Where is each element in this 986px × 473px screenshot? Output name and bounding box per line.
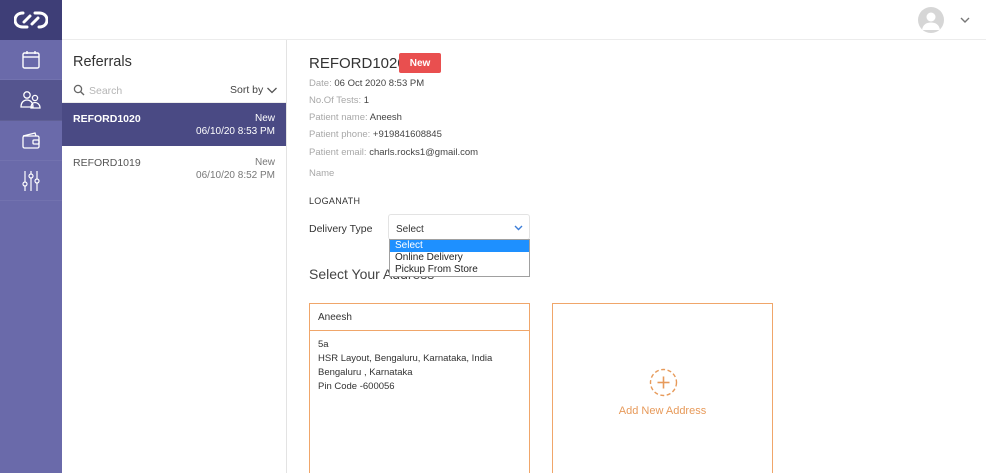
search-input[interactable]	[89, 83, 209, 99]
referral-detail: REFORD1020 New Date: 06 Oct 2020 8:53 PM…	[287, 40, 986, 473]
date-row: Date: 06 Oct 2020 8:53 PM	[309, 78, 424, 89]
patient-email-label: Patient email:	[309, 147, 367, 158]
address-card[interactable]: Aneesh 5a HSR Layout, Bengaluru, Karnata…	[309, 303, 530, 473]
settings-sliders-icon	[22, 170, 40, 191]
date-value: 06 Oct 2020 8:53 PM	[334, 78, 425, 89]
sort-chevron-down-icon[interactable]	[266, 84, 278, 96]
chevron-down-icon[interactable]	[958, 13, 972, 27]
nav-settings[interactable]	[0, 161, 62, 201]
referral-date: 06/10/20 8:53 PM	[196, 126, 275, 137]
page-title: REFORD1020	[309, 55, 406, 72]
referral-status: New	[254, 113, 275, 124]
referral-id: REFORD1019	[73, 157, 141, 169]
left-rail	[0, 0, 62, 473]
address-pin-code: Pin Code -600056	[318, 381, 395, 392]
search-icon	[73, 84, 85, 96]
status-badge: New	[399, 53, 441, 73]
referral-status: New	[254, 157, 275, 168]
add-new-address-label: Add New Address	[618, 405, 707, 417]
delivery-type-select[interactable]: Select	[388, 214, 530, 240]
tests-value: 1	[363, 95, 370, 106]
patient-phone-row: Patient phone: +919841608845	[309, 129, 442, 140]
app-logo-icon	[14, 11, 48, 29]
dropdown-option-select[interactable]: Select	[390, 240, 529, 252]
tests-label: No.Of Tests:	[309, 95, 362, 106]
address-line: 5a	[318, 339, 329, 350]
dropdown-option-online-delivery[interactable]: Online Delivery	[390, 252, 529, 264]
add-new-address-card[interactable]: Add New Address	[552, 303, 773, 473]
delivery-type-selected: Select	[396, 224, 424, 235]
patient-name-value: Aneesh	[369, 112, 402, 123]
doctor-referral-icon	[20, 91, 41, 109]
plus-circle-icon	[649, 368, 678, 397]
delivery-type-dropdown: Select Online Delivery Pickup From Store	[389, 239, 530, 277]
nav-calendar[interactable]	[0, 40, 62, 80]
name-value: LOGANATH	[309, 196, 361, 206]
patient-name-row: Patient name: Aneesh	[309, 112, 402, 123]
divider	[310, 330, 529, 331]
app-logo[interactable]	[0, 0, 62, 40]
date-label: Date:	[309, 78, 332, 89]
wallet-icon	[22, 131, 40, 149]
calendar-icon	[22, 50, 40, 69]
nav-wallet[interactable]	[0, 121, 62, 161]
sort-by-button[interactable]: Sort by	[230, 84, 263, 96]
user-icon	[922, 12, 940, 30]
referral-id: REFORD1020	[73, 113, 141, 125]
list-item[interactable]: REFORD1019 New 06/10/20 8:52 PM	[62, 147, 286, 190]
delivery-type-label: Delivery Type	[309, 223, 373, 235]
address-line: Bengaluru , Karnataka	[318, 367, 413, 378]
top-bar	[62, 0, 986, 40]
referrals-heading: Referrals	[73, 54, 132, 70]
name-label: Name	[309, 168, 335, 179]
patient-phone-label: Patient phone:	[309, 129, 371, 140]
user-avatar[interactable]	[918, 7, 944, 33]
nav-referrals[interactable]	[0, 80, 62, 121]
patient-name-label: Patient name:	[309, 112, 368, 123]
referral-date: 06/10/20 8:52 PM	[196, 170, 275, 181]
address-line: HSR Layout, Bengaluru, Karnataka, India	[318, 353, 493, 364]
patient-phone-value: +919841608845	[372, 129, 442, 140]
chevron-down-icon	[514, 225, 523, 231]
referral-list-panel: Referrals Sort by REFORD1020 New 06/10/2…	[62, 40, 287, 473]
patient-email-value: charls.rocks1@gmail.com	[369, 147, 479, 158]
patient-email-row: Patient email: charls.rocks1@gmail.com	[309, 147, 478, 158]
address-name: Aneesh	[318, 312, 352, 323]
list-item[interactable]: REFORD1020 New 06/10/20 8:53 PM	[62, 103, 286, 146]
tests-row: No.Of Tests: 1	[309, 95, 369, 106]
dropdown-option-pickup-from-store[interactable]: Pickup From Store	[390, 264, 529, 276]
